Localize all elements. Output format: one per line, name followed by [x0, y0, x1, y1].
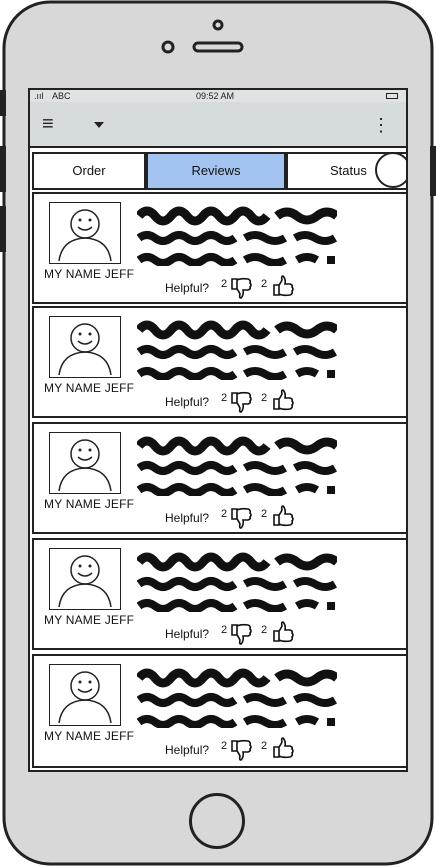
battery-icon	[386, 93, 398, 99]
reviewer-name: MY NAME JEFF	[44, 267, 135, 281]
helpful-label: Helpful?	[165, 511, 210, 525]
thumbs-down-icon[interactable]	[229, 391, 253, 413]
thumbs-down-icon[interactable]	[229, 623, 253, 645]
home-button[interactable]	[189, 793, 245, 849]
review-text-scribble	[137, 436, 337, 496]
hamburger-menu-icon[interactable]: ≡	[42, 114, 54, 134]
signal-icon: .ııl	[34, 91, 44, 101]
phone-screen: .ııl ABC 09:52 AM ≡ ⋮ Order Reviews Stat…	[28, 88, 408, 772]
helpful-label: Helpful?	[165, 395, 210, 409]
thumbs-down-icon[interactable]	[229, 739, 253, 761]
helpful-label: Helpful?	[165, 627, 210, 641]
thumbs-up-icon[interactable]	[271, 389, 295, 411]
reviewer-name: MY NAME JEFF	[44, 381, 135, 395]
dislike-count: 2	[221, 740, 228, 752]
review-text-scribble	[137, 552, 337, 612]
thumbs-down-icon[interactable]	[229, 277, 253, 299]
like-count: 2	[261, 624, 268, 636]
dislike-count: 2	[221, 508, 228, 520]
avatar	[49, 202, 121, 264]
helpful-label: Helpful?	[165, 743, 210, 757]
carrier-label: ABC	[52, 91, 71, 101]
status-bar: .ııl ABC 09:52 AM	[30, 90, 406, 102]
tab-reviews[interactable]: Reviews	[146, 152, 286, 190]
like-count: 2	[261, 508, 268, 520]
review-card: MY NAME JEFF Helpful? 2 2	[32, 306, 406, 418]
tab-bar: Order Reviews Status	[32, 152, 406, 192]
thumbs-up-icon[interactable]	[271, 505, 295, 527]
like-count: 2	[261, 392, 268, 404]
clock: 09:52 AM	[196, 91, 235, 101]
review-card: MY NAME JEFF Helpful? 2 2	[32, 422, 406, 534]
app-bar: ≡ ⋮	[30, 102, 406, 148]
avatar	[49, 548, 121, 610]
dislike-count: 2	[221, 624, 228, 636]
thumbs-up-icon[interactable]	[271, 737, 295, 759]
review-text-scribble	[137, 320, 337, 380]
review-card: MY NAME JEFF Helpful? 2 2	[32, 192, 406, 304]
like-count: 2	[261, 740, 268, 752]
like-count: 2	[261, 278, 268, 290]
thumbs-down-icon[interactable]	[229, 507, 253, 529]
dislike-count: 2	[221, 278, 228, 290]
avatar	[49, 432, 121, 494]
status-circle-icon	[375, 152, 406, 188]
review-card: MY NAME JEFF Helpful? 2 2	[32, 538, 406, 650]
caret-down-icon[interactable]	[94, 122, 104, 128]
vertical-ellipsis-icon[interactable]: ⋮	[372, 116, 390, 134]
reviewer-name: MY NAME JEFF	[44, 497, 135, 511]
thumbs-up-icon[interactable]	[271, 275, 295, 297]
avatar	[49, 316, 121, 378]
dislike-count: 2	[221, 392, 228, 404]
reviewer-name: MY NAME JEFF	[44, 729, 135, 743]
helpful-label: Helpful?	[165, 281, 210, 295]
thumbs-up-icon[interactable]	[271, 621, 295, 643]
tab-order[interactable]: Order	[32, 152, 146, 190]
review-text-scribble	[137, 668, 337, 728]
reviewer-name: MY NAME JEFF	[44, 613, 135, 627]
avatar	[49, 664, 121, 726]
review-text-scribble	[137, 206, 337, 266]
review-card: MY NAME JEFF Helpful? 2 2	[32, 654, 406, 768]
